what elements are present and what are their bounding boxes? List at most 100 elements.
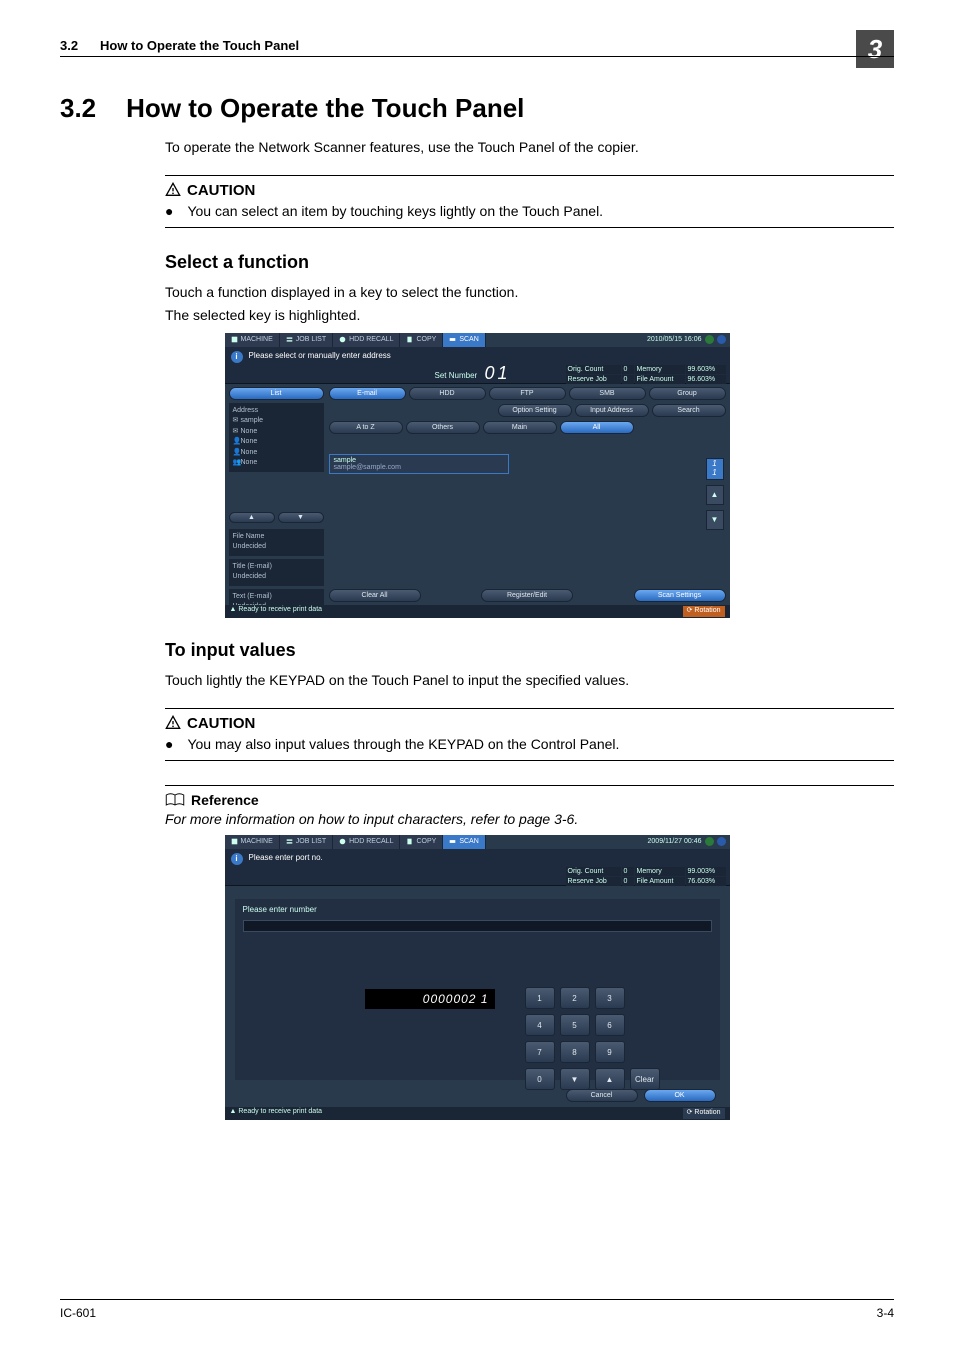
filter-all-button[interactable]: All (560, 421, 634, 434)
tab-scan[interactable]: SCAN (443, 835, 485, 849)
dest-tab-hdd[interactable]: HDD (409, 387, 486, 400)
tab-job-list[interactable]: JOB LIST (280, 333, 333, 347)
register-edit-button[interactable]: Register/Edit (481, 589, 573, 602)
printer-status-text: ▲ Ready to receive print data (230, 1108, 323, 1119)
ok-button[interactable]: OK (644, 1089, 716, 1102)
caution-text: You can select an item by touching keys … (187, 203, 603, 219)
set-number-value: 0 1 (485, 363, 507, 384)
reference-box: Reference For more information on how to… (165, 785, 894, 827)
counter-panel: Orig. Count0Memory99.603% Reserve Job0Fi… (566, 365, 726, 384)
search-button[interactable]: Search (652, 404, 726, 417)
caution-box-2: CAUTION ● You may also input values throu… (165, 708, 894, 761)
numeric-keypad: 1 2 3 4 5 6 7 8 9 0 ▼ ▲ Clear (525, 987, 660, 1090)
key-0[interactable]: 0 (525, 1068, 555, 1090)
counter-panel: Orig. Count0Memory99.003% Reserve Job0Fi… (566, 867, 726, 886)
warning-icon (165, 182, 181, 198)
warning-icon (165, 715, 181, 731)
key-9[interactable]: 9 (595, 1041, 625, 1063)
subheading-select: Select a function (165, 252, 894, 273)
section-title: How to Operate the Touch Panel (126, 93, 524, 124)
rotation-indicator: ⟳ Rotation (683, 1108, 725, 1119)
clear-all-button[interactable]: Clear All (329, 589, 421, 602)
file-name-box[interactable]: File NameUndecided (229, 529, 324, 556)
caution-box-1: CAUTION ● You can select an item by touch… (165, 175, 894, 228)
rotation-indicator: ⟳ Rotation (683, 606, 725, 617)
section-number: 3.2 (60, 93, 96, 124)
dest-tab-ftp[interactable]: FTP (489, 387, 566, 400)
key-6[interactable]: 6 (595, 1014, 625, 1036)
help-icon[interactable] (717, 335, 726, 344)
datetime-display: 2009/11/27 00:46 (644, 835, 730, 849)
tab-hdd-recall[interactable]: HDD RECALL (333, 835, 400, 849)
message-text: Please enter port no. (249, 853, 323, 862)
status-dot-green (705, 837, 714, 846)
running-head-section-number: 3.2 (60, 38, 78, 53)
scroll-list-down-button[interactable]: ▼ (706, 510, 724, 530)
touch-panel-screenshot-select: MACHINE JOB LIST HDD RECALL COPY SCAN 20… (225, 333, 730, 618)
key-up[interactable]: ▲ (595, 1068, 625, 1090)
option-setting-button[interactable]: Option Setting (498, 404, 572, 417)
cancel-button[interactable]: Cancel (566, 1089, 638, 1102)
datetime-display: 2010/05/15 16:06 (643, 333, 730, 347)
intro-paragraph: To operate the Network Scanner features,… (165, 138, 894, 157)
tab-machine[interactable]: MACHINE (225, 835, 280, 849)
address-info-box: Address ✉sample ✉None 👤None 👤None 👥None (229, 403, 324, 472)
key-8[interactable]: 8 (560, 1041, 590, 1063)
reference-text: For more information on how to input cha… (165, 811, 894, 827)
footer-model: IC-601 (60, 1306, 96, 1320)
input-prompt: Please enter number (235, 899, 720, 920)
tab-hdd-recall[interactable]: HDD RECALL (333, 333, 400, 347)
address-entry-sample[interactable]: sample sample@sample.com (329, 454, 509, 474)
scroll-list-up-button[interactable]: ▲ (706, 485, 724, 505)
tab-machine[interactable]: MACHINE (225, 333, 280, 347)
help-icon[interactable] (717, 837, 726, 846)
tab-job-list[interactable]: JOB LIST (280, 835, 333, 849)
key-5[interactable]: 5 (560, 1014, 590, 1036)
scan-settings-button[interactable]: Scan Settings (634, 589, 726, 602)
tab-copy[interactable]: COPY (400, 333, 443, 347)
caution-text: You may also input values through the KE… (187, 736, 619, 752)
filter-atoz-button[interactable]: A to Z (329, 421, 403, 434)
status-dot-green (705, 335, 714, 344)
key-2[interactable]: 2 (560, 987, 590, 1009)
message-text: Please select or manually enter address (249, 351, 391, 360)
info-icon: i (231, 853, 243, 865)
page-indicator: 1 1 (706, 458, 724, 480)
running-head-title: How to Operate the Touch Panel (100, 38, 299, 53)
scroll-down-button[interactable]: ▼ (278, 512, 324, 523)
bullet-dot: ● (165, 736, 173, 752)
number-display: 0000002 1 (365, 989, 495, 1009)
title-email-box[interactable]: Title (E-mail)Undecided (229, 559, 324, 586)
header-rule (60, 56, 894, 57)
key-clear[interactable]: Clear (630, 1068, 660, 1090)
reference-heading: Reference (191, 792, 259, 808)
caution-heading: CAUTION (187, 715, 255, 732)
input-address-button[interactable]: Input Address (575, 404, 649, 417)
printer-status-text: ▲ Ready to receive print data (230, 606, 323, 617)
bullet-dot: ● (165, 203, 173, 219)
select-line1: Touch a function displayed in a key to s… (165, 283, 894, 302)
info-icon: i (231, 351, 243, 363)
key-down[interactable]: ▼ (560, 1068, 590, 1090)
subheading-input: To input values (165, 640, 894, 661)
key-3[interactable]: 3 (595, 987, 625, 1009)
key-7[interactable]: 7 (525, 1041, 555, 1063)
key-1[interactable]: 1 (525, 987, 555, 1009)
caution-heading: CAUTION (187, 182, 255, 199)
touch-panel-screenshot-keypad: MACHINE JOB LIST HDD RECALL COPY SCAN 20… (225, 835, 730, 1120)
filter-main-button[interactable]: Main (483, 421, 557, 434)
dest-tab-email[interactable]: E-mail (329, 387, 406, 400)
set-number-label: Set Number (435, 371, 478, 380)
tab-copy[interactable]: COPY (400, 835, 443, 849)
book-icon (165, 792, 185, 808)
dest-tab-group[interactable]: Group (649, 387, 726, 400)
list-button[interactable]: List (229, 387, 324, 400)
dest-tab-smb[interactable]: SMB (569, 387, 646, 400)
footer-page-number: 3-4 (877, 1306, 894, 1320)
key-4[interactable]: 4 (525, 1014, 555, 1036)
filter-others-button[interactable]: Others (406, 421, 480, 434)
tab-scan[interactable]: SCAN (443, 333, 485, 347)
number-input-field[interactable] (243, 920, 712, 932)
chapter-number-badge: 3 (856, 30, 894, 68)
scroll-up-button[interactable]: ▲ (229, 512, 275, 523)
